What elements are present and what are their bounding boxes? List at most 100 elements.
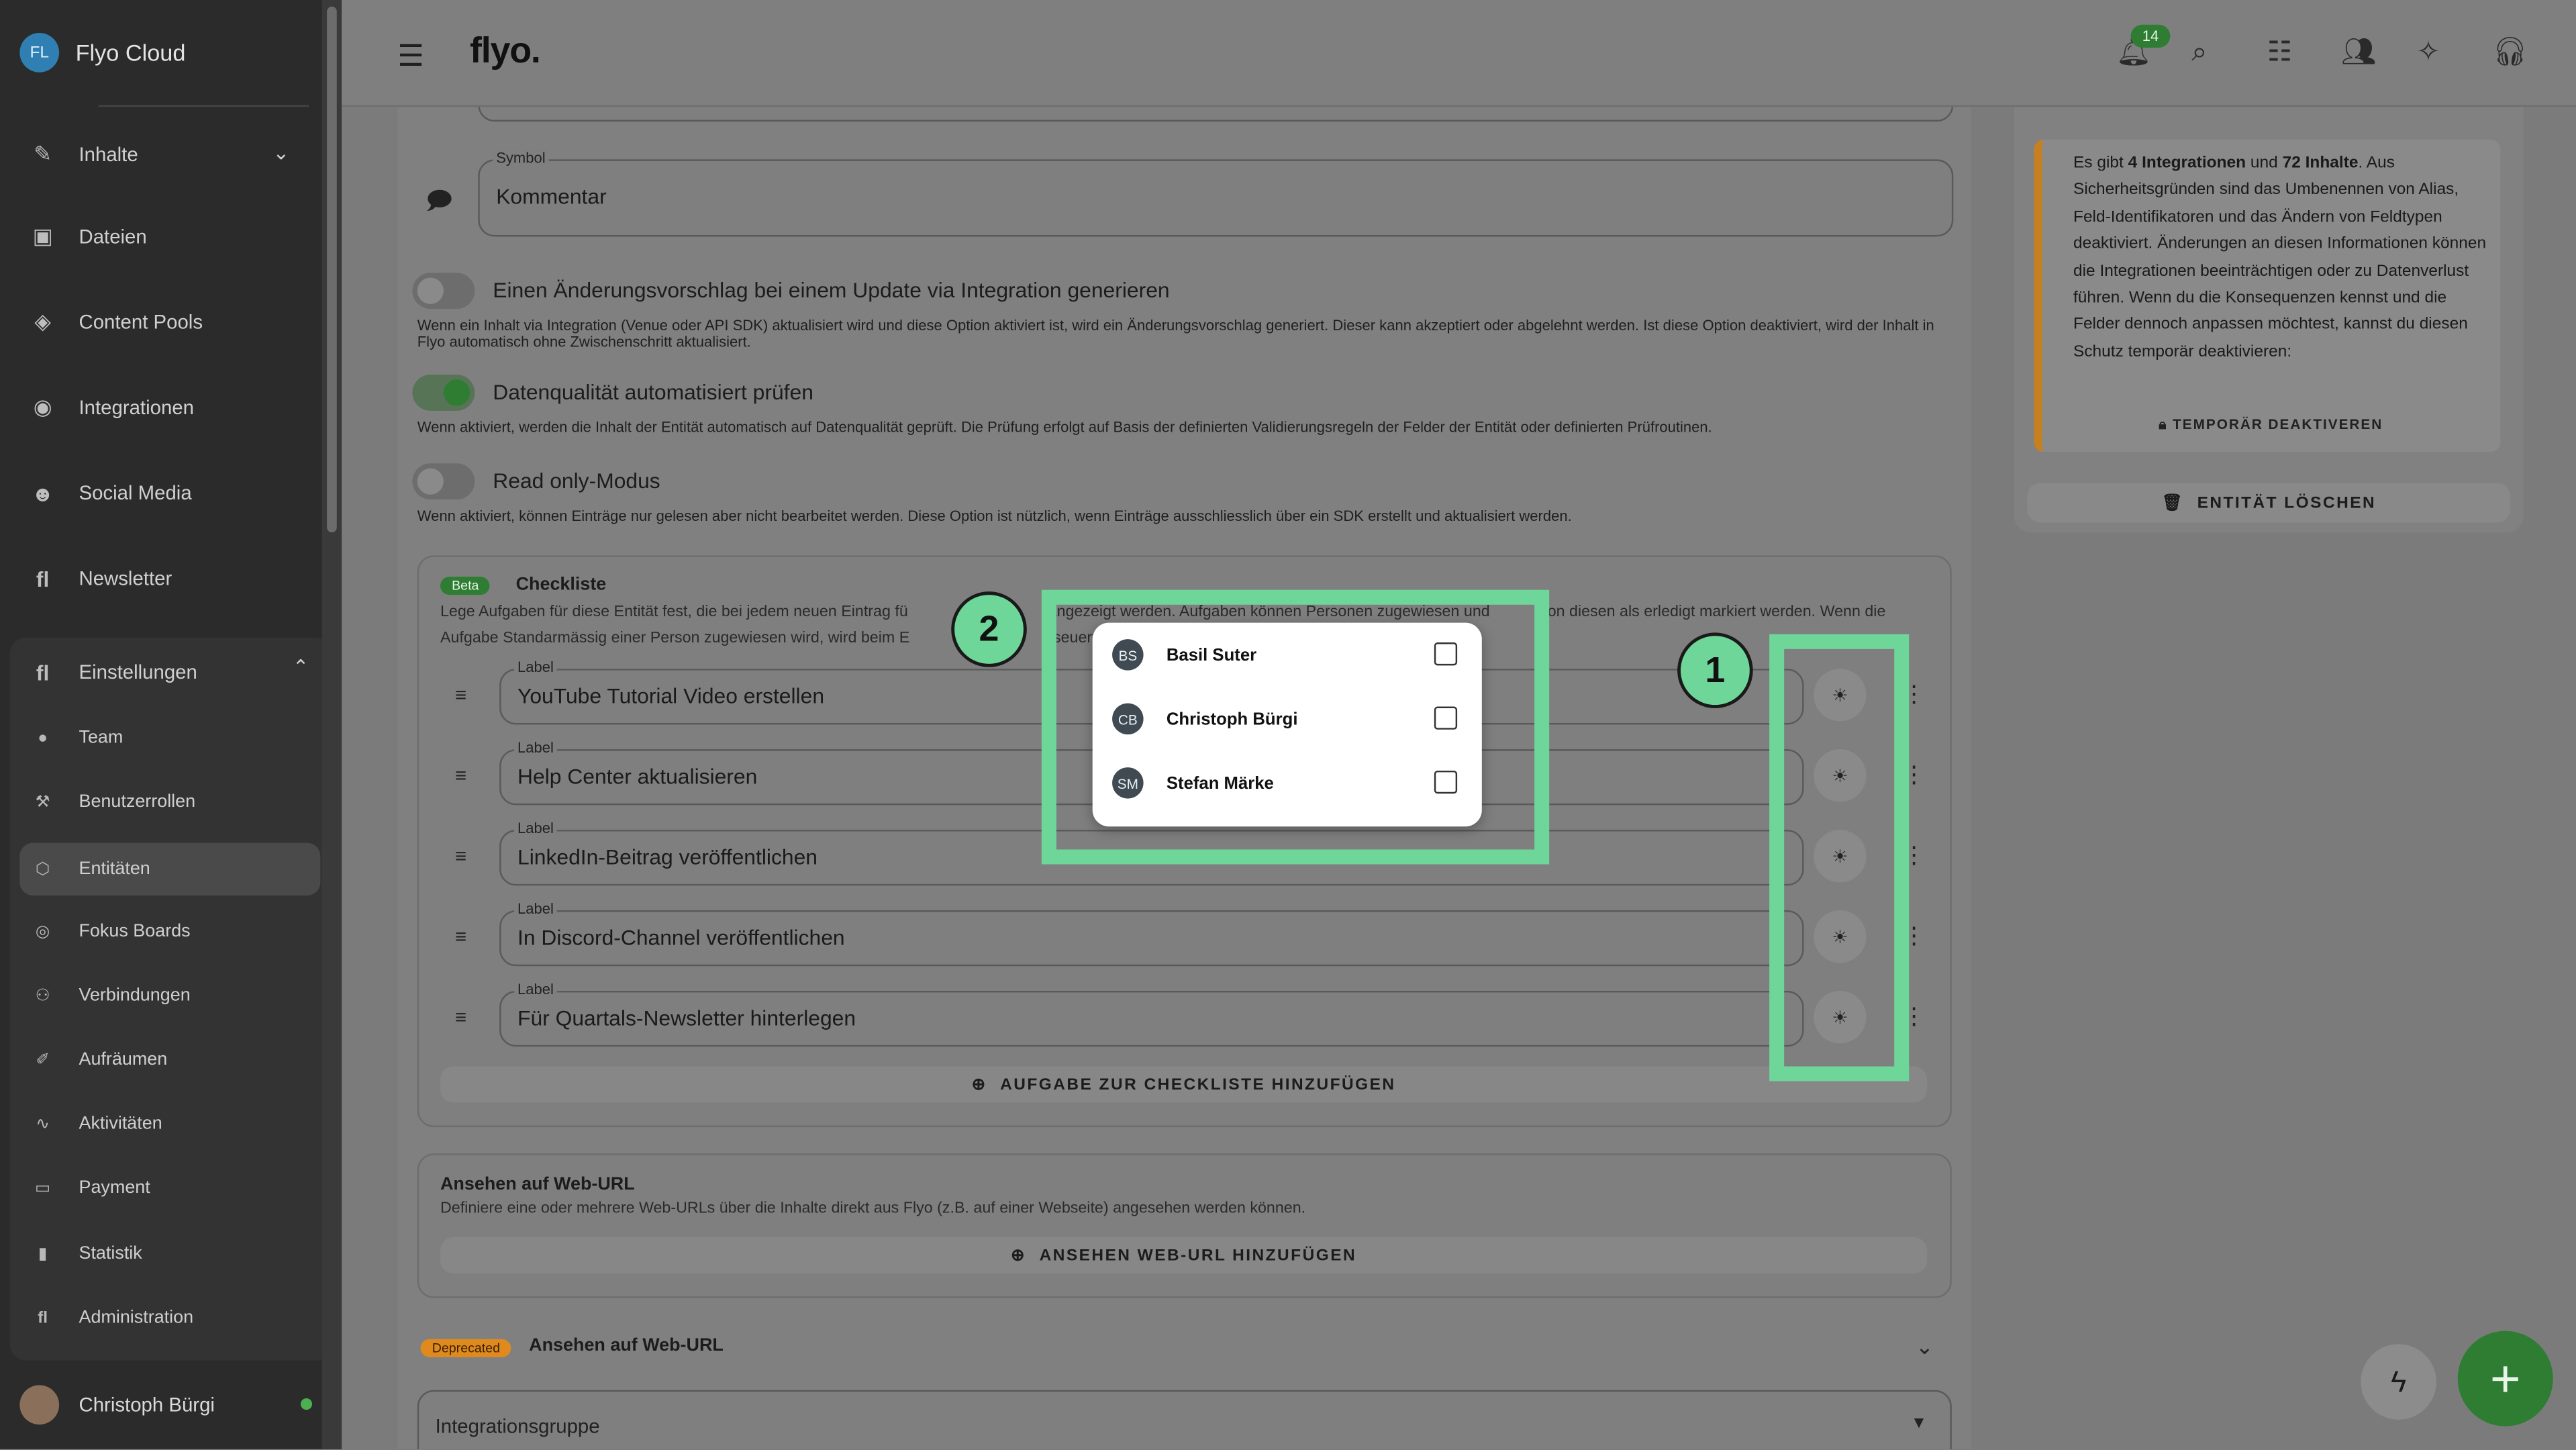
sidebar-subitem-label: Team (79, 728, 123, 748)
divider (98, 105, 309, 107)
sidebar-item-label: Content Pools (79, 310, 203, 334)
target-icon: ◎ (35, 922, 50, 941)
sidebar-item-inhalte[interactable]: ✎ Inhalte (30, 142, 138, 168)
symbol-field[interactable]: Symbol Kommentar (478, 149, 1954, 237)
search-icon[interactable]: ⌕ (2191, 36, 2207, 69)
sidebar-subitem-statistik[interactable]: ▮ Statistik (33, 1244, 142, 1263)
checklist-description: Lege Aufgaben für diese Entität fest, di… (440, 603, 908, 622)
lightning-icon: ϟ (2390, 1364, 2407, 1398)
field-value: Help Center aktualisieren (517, 764, 758, 789)
data-quality-toggle[interactable] (412, 375, 475, 411)
drag-handle-icon[interactable]: ≡ (455, 925, 466, 948)
read-only-toggle[interactable] (412, 463, 475, 500)
sidebar-item-social-media[interactable]: ☻ Social Media (30, 480, 192, 506)
change-proposal-toggle[interactable] (412, 273, 475, 309)
sidebar-subitem-team[interactable]: ● Team (33, 728, 123, 747)
sidebar-subitem-aufraeumen[interactable]: ✐ Aufräumen (33, 1050, 167, 1069)
cube-icon: ⬡ (35, 860, 50, 879)
sidebar-subitem-fokus-boards[interactable]: ◎ Fokus Boards (33, 922, 191, 941)
group-icon: ⚇ (35, 986, 50, 1005)
add-checklist-task-button[interactable]: ⊕ AUFGABE ZUR CHECKLISTE HINZUFÜGEN (440, 1066, 1928, 1103)
dropdown-option[interactable]: SM Stefan Märke (1112, 767, 1274, 799)
sidebar-item-content-pools[interactable]: ◈ Content Pools (30, 309, 203, 335)
sidebar-item-dateien[interactable]: ▣ Dateien (30, 224, 147, 250)
button-label: AUFGABE ZUR CHECKLISTE HINZUFÜGEN (1000, 1075, 1396, 1094)
warning-text-part: Es gibt (2073, 154, 2128, 173)
web-url-section (417, 1153, 1952, 1298)
sidebar-subitem-payment[interactable]: ▭ Payment (33, 1178, 150, 1198)
drag-handle-icon[interactable]: ≡ (455, 764, 466, 787)
drag-handle-icon[interactable]: ≡ (455, 1006, 466, 1028)
quick-action-button[interactable]: ϟ (2361, 1344, 2436, 1420)
integration-icon: ◉ (33, 394, 52, 420)
drag-handle-icon[interactable]: ≡ (455, 844, 466, 867)
sidebar-item-integrationen[interactable]: ◉ Integrationen (30, 394, 194, 420)
menu-icon[interactable]: ☰ (397, 40, 424, 74)
sidebar-subitem-label: Administration (79, 1308, 194, 1328)
add-fab-button[interactable]: + (2457, 1331, 2553, 1427)
person-checkbox[interactable] (1434, 642, 1458, 666)
sidebar-subitem-aktivitaeten[interactable]: ∿ Aktivitäten (33, 1114, 162, 1134)
checklist-item-field[interactable]: Label In Discord-Channel veröffentlichen (499, 900, 1804, 967)
trash-icon: 🗑︎ (2161, 493, 2184, 512)
person-checkbox[interactable] (1434, 770, 1458, 794)
broom-icon: ✐ (36, 1051, 50, 1069)
sidebar-subitem-label: Entitäten (79, 859, 150, 879)
field-label: Symbol (493, 149, 549, 166)
add-circle-icon: ⊕ (971, 1075, 987, 1094)
sidebar-subitem-benutzerrollen[interactable]: ⚒ Benutzerrollen (33, 792, 195, 812)
person-checkbox[interactable] (1434, 706, 1458, 730)
callout-2: 2 (951, 591, 1027, 667)
web-url-title: Ansehen auf Web-URL (440, 1175, 635, 1195)
avatar: SM (1112, 767, 1144, 799)
delete-entity-button[interactable]: 🗑︎ ENTITÄT LÖSCHEN (2027, 483, 2511, 523)
sidebar-subitem-verbindungen[interactable]: ⚇ Verbindungen (33, 986, 191, 1006)
field-value: In Discord-Channel veröffentlichen (517, 925, 845, 950)
avatar: CB (1112, 703, 1144, 735)
button-label: ENTITÄT LÖSCHEN (2197, 493, 2377, 512)
sidebar-item-einstellungen[interactable]: fl Einstellungen (30, 659, 197, 685)
gavel-icon: ⚒ (35, 793, 50, 811)
sidebar-subitem-label: Aufräumen (79, 1050, 168, 1070)
sidebar-subitem-label: Aktivitäten (79, 1114, 162, 1134)
dropdown-option[interactable]: BS Basil Suter (1112, 639, 1256, 671)
dropdown-option[interactable]: CB Christoph Bürgi (1112, 703, 1297, 735)
sidebar: FL Flyo Cloud ✎ Inhalte ⌄ ▣ Dateien ◈ Co… (0, 0, 342, 1449)
sidebar-subitem-label: Benutzerrollen (79, 791, 196, 812)
comment-icon: 🗩 (425, 187, 453, 215)
people-icon[interactable]: 👥︎ (2341, 36, 2377, 69)
sidebar-subitem-label: Verbindungen (79, 985, 191, 1006)
checklist-icon[interactable]: ☷ (2267, 36, 2292, 69)
person-icon: ● (38, 728, 48, 747)
activity-icon: ∿ (36, 1114, 50, 1133)
button-label: TEMPORÄR DEAKTIVEREN (2173, 416, 2383, 432)
magic-off-icon[interactable]: ✧ (2417, 36, 2440, 69)
field-value: LinkedIn-Beitrag veröffentlichen (517, 844, 818, 869)
field-label: Label (514, 981, 557, 998)
chevron-up-icon[interactable]: ⌃ (293, 656, 309, 679)
field-label: Label (514, 659, 557, 676)
option-description: Wenn aktiviert, können Einträge nur gele… (417, 508, 1572, 524)
sidebar-item-label: Integrationen (79, 395, 194, 420)
user-profile[interactable]: Christoph Bürgi (19, 1385, 315, 1425)
sidebar-subitem-entitaeten[interactable]: ⬡ Entitäten (19, 842, 321, 896)
chevron-down-icon[interactable]: ⌄ (1916, 1335, 1934, 1361)
warning-text: Es gibt 4 Integrationen und 72 Inhalte. … (2073, 151, 2487, 367)
drag-handle-icon[interactable]: ≡ (455, 683, 466, 706)
select-placeholder: Integrationsgruppe (435, 1414, 600, 1438)
integration-group-select[interactable]: Integrationsgruppe ▼ (417, 1390, 1952, 1449)
sidebar-scrollbar[interactable] (321, 0, 342, 1449)
option-description: Wenn ein Inhalt via Integration (Venue o… (417, 317, 1934, 350)
add-web-url-button[interactable]: ⊕ ANSEHEN WEB-URL HINZUFÜGEN (440, 1237, 1928, 1273)
temporary-disable-button[interactable]: 🔒︎ TEMPORÄR DEAKTIVEREN (2159, 416, 2383, 434)
plus-icon: + (2489, 1348, 2521, 1408)
sidebar-subitem-administration[interactable]: fl Administration (33, 1308, 193, 1327)
lock-icon: 🔒︎ (2159, 416, 2168, 432)
checklist-item-field[interactable]: Label Für Quartals-Newsletter hinterlege… (499, 981, 1804, 1047)
sidebar-item-newsletter[interactable]: fl Newsletter (30, 565, 172, 591)
beta-badge: Beta (440, 577, 491, 595)
chevron-down-icon[interactable]: ⌄ (273, 142, 289, 164)
headset-icon[interactable]: 🎧︎ (2492, 36, 2528, 69)
option-title: Einen Änderungsvorschlag bei einem Updat… (493, 277, 1170, 303)
org-switcher[interactable]: FL Flyo Cloud (19, 32, 185, 72)
